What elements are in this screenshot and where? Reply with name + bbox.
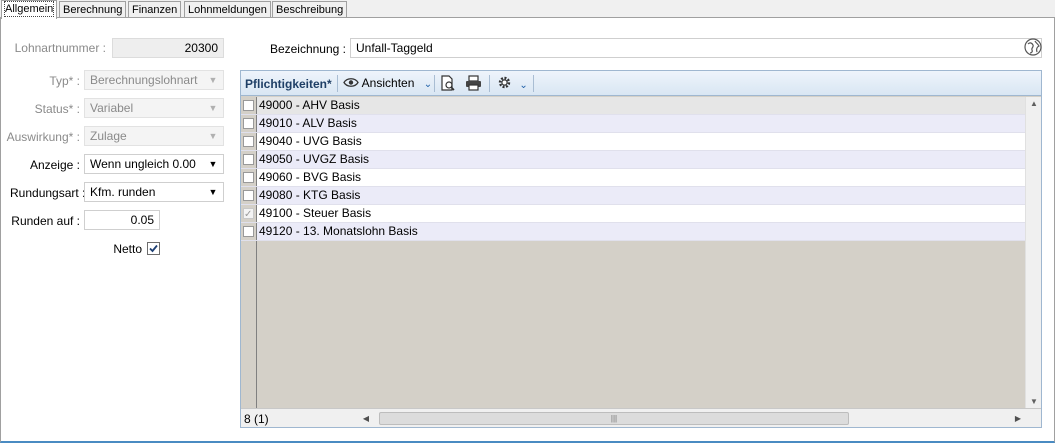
row-checkbox[interactable] [243, 136, 254, 147]
ansichten-label: Ansichten [361, 76, 415, 90]
chevron-down-icon: ⌄ [423, 79, 433, 90]
row-checkbox[interactable] [243, 206, 254, 223]
eye-icon [343, 78, 359, 87]
row-label: 49010 - ALV Basis [256, 115, 1025, 132]
lohnartnummer-field[interactable]: 20300 [112, 38, 224, 58]
row-checkbox[interactable] [243, 172, 254, 183]
table-row[interactable]: 49100 - Steuer Basis [241, 205, 1025, 223]
auswirkung-select[interactable]: Zulage ▼ [84, 126, 224, 146]
table-row[interactable]: 49080 - KTG Basis [241, 187, 1025, 205]
table-row[interactable]: 49060 - BVG Basis [241, 169, 1025, 187]
scroll-thumb[interactable]: ||| [379, 412, 849, 425]
row-checkbox[interactable] [243, 100, 254, 111]
runden-auf-label: Runden auf : [11, 214, 80, 228]
scroll-left-icon[interactable]: ◀ [359, 411, 373, 426]
grid-title: Pflichtigkeiten* [245, 77, 332, 91]
tab-label: Allgemein [3, 1, 55, 17]
row-label: 49050 - UVGZ Basis [256, 151, 1025, 168]
status-label: Status* : [34, 102, 80, 116]
row-checkbox[interactable] [243, 226, 254, 237]
typ-select-value: Berechnungslohnart [90, 73, 198, 87]
anzeige-select-value: Wenn ungleich 0.00 [90, 157, 196, 171]
row-label: 49120 - 13. Monatslohn Basis [256, 223, 1025, 240]
lohnartnummer-label: Lohnartnummer : [14, 41, 106, 55]
tab-label: Beschreibung [276, 4, 344, 16]
table-row[interactable]: 49010 - ALV Basis [241, 115, 1025, 133]
grid-toolbar: Pflichtigkeiten* Ansichten ⌄ ⌄ [241, 71, 1041, 96]
status-select-value: Variabel [90, 101, 134, 115]
tab-bar-line [0, 17, 1055, 18]
grid-footer: 8 (1) ◀ ||| ▶ [241, 408, 1041, 427]
table-row[interactable]: 49000 - AHV Basis [241, 97, 1025, 115]
print-preview-icon [441, 75, 455, 91]
toolbar-separator [489, 75, 490, 92]
print-preview-button[interactable] [440, 75, 456, 92]
ansichten-button[interactable]: Ansichten ⌄ [343, 75, 432, 92]
status-select[interactable]: Variabel ▼ [84, 98, 224, 118]
anzeige-select[interactable]: Wenn ungleich 0.00 ▼ [84, 154, 224, 174]
row-label: 49060 - BVG Basis [256, 169, 1025, 186]
tab-beschreibung[interactable]: Beschreibung [272, 1, 348, 18]
tab-allgemein[interactable]: Allgemein [1, 0, 58, 19]
chevron-down-icon: ▼ [208, 75, 218, 85]
horizontal-scrollbar[interactable]: ◀ ||| ▶ [359, 411, 1025, 426]
vertical-scrollbar[interactable]: ▲ ▼ [1025, 97, 1041, 409]
auswirkung-select-value: Zulage [90, 129, 127, 143]
toolbar-separator [533, 75, 534, 92]
typ-select[interactable]: Berechnungslohnart ▼ [84, 70, 224, 90]
print-button[interactable] [465, 75, 482, 92]
settings-button[interactable]: ⌄ [497, 75, 528, 92]
checkmark-icon [149, 244, 158, 253]
row-label: 49080 - KTG Basis [256, 187, 1025, 204]
typ-label: Typ* : [49, 74, 80, 88]
netto-checkbox[interactable] [147, 242, 160, 255]
tab-berechnung[interactable]: Berechnung [59, 1, 127, 18]
scroll-down-icon[interactable]: ▼ [1026, 395, 1042, 409]
tab-label: Finanzen [132, 4, 178, 16]
grid-empty-area [256, 241, 1025, 409]
rundungsart-select[interactable]: Kfm. runden ▼ [84, 182, 224, 202]
record-count: 8 (1) [244, 412, 269, 426]
runden-auf-field[interactable]: 0.05 [84, 210, 160, 230]
tab-bar: Allgemein Berechnung Finanzen Lohnmeldun… [0, 0, 1055, 19]
table-row[interactable]: 49040 - UVG Basis [241, 133, 1025, 151]
netto-label: Netto [113, 242, 142, 256]
tab-lohnmeldungen[interactable]: Lohnmeldungen [184, 1, 271, 18]
table-row[interactable]: 49120 - 13. Monatslohn Basis [241, 223, 1025, 241]
tab-label: Berechnung [63, 4, 123, 16]
auswirkung-label: Auswirkung* : [6, 130, 80, 144]
chevron-down-icon: ▼ [208, 187, 218, 197]
chevron-down-icon: ▼ [208, 131, 218, 141]
toolbar-separator [434, 75, 435, 92]
chevron-down-icon: ▼ [208, 159, 218, 169]
row-label: 49040 - UVG Basis [256, 133, 1025, 150]
rundungsart-label: Rundungsart : [10, 186, 86, 200]
row-checkbox[interactable] [243, 118, 254, 129]
scroll-up-icon[interactable]: ▲ [1026, 97, 1042, 111]
printer-icon [466, 75, 481, 91]
tab-finanzen[interactable]: Finanzen [128, 1, 182, 18]
row-checkbox[interactable] [243, 190, 254, 201]
chevron-down-icon: ▼ [208, 103, 218, 113]
bezeichnung-field[interactable]: Unfall-Taggeld [350, 38, 1042, 58]
pflichtigkeiten-grid: Pflichtigkeiten* Ansichten ⌄ ⌄ 49000 - A… [240, 70, 1042, 428]
toolbar-separator [337, 75, 338, 92]
grid-rows: 49000 - AHV Basis 49010 - ALV Basis 4904… [241, 97, 1025, 241]
gear-icon [498, 76, 511, 89]
tab-label: Lohnmeldungen [188, 4, 267, 16]
row-checkbox[interactable] [243, 154, 254, 165]
scroll-right-icon[interactable]: ▶ [1011, 411, 1025, 426]
chevron-down-icon: ⌄ [519, 80, 528, 91]
anzeige-label: Anzeige : [29, 158, 80, 172]
table-row[interactable]: 49050 - UVGZ Basis [241, 151, 1025, 169]
row-label: 49000 - AHV Basis [256, 97, 1025, 114]
rundungsart-select-value: Kfm. runden [90, 185, 156, 199]
globe-icon[interactable] [1024, 38, 1042, 56]
row-label: 49100 - Steuer Basis [256, 205, 1025, 222]
bezeichnung-label: Bezeichnung : [269, 42, 346, 56]
